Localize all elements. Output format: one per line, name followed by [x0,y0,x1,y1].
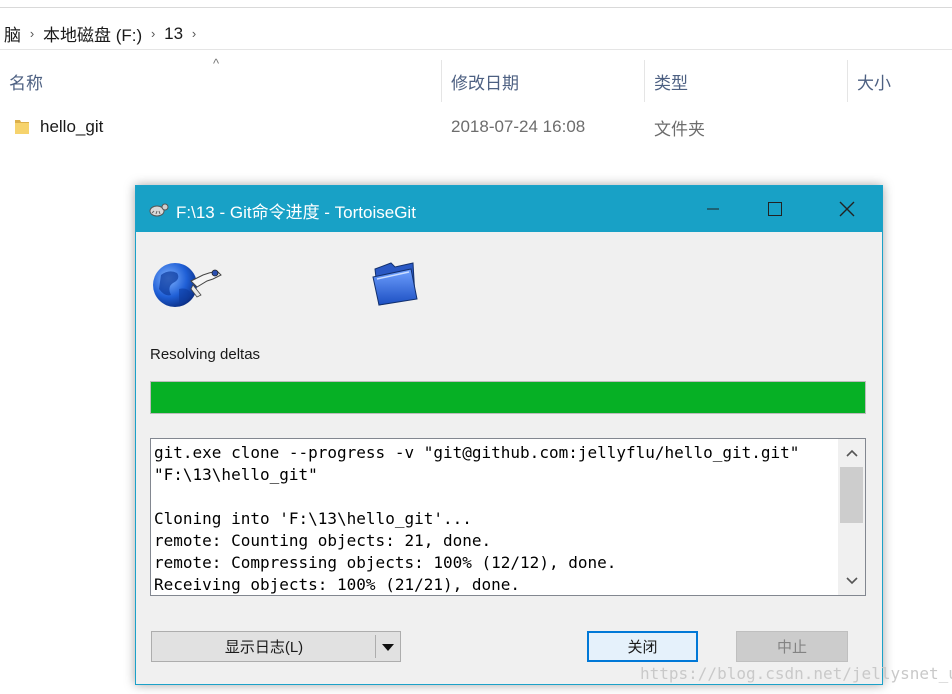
maximize-icon [768,202,782,216]
breadcrumb-item-folder[interactable]: 13 [160,24,187,44]
column-divider[interactable] [441,60,442,102]
minimize-icon [707,208,719,210]
breadcrumb[interactable]: 脑 › 本地磁盘 (F:) › 13 › [0,18,952,50]
dropdown-arrow-icon[interactable] [381,642,395,652]
status-text: Resolving deltas [150,346,261,363]
abort-button[interactable]: 中止 [736,631,848,662]
folder-icon [372,262,418,306]
explorer-toolbar-edge [0,0,952,8]
column-header-type[interactable]: 类型 [654,60,688,102]
close-window-button[interactable] [816,186,878,232]
column-header-modified[interactable]: 修改日期 [451,60,519,102]
chevron-right-icon[interactable]: › [146,26,160,41]
output-log[interactable]: git.exe clone --progress -v "git@github.… [150,438,866,596]
breadcrumb-item-computer[interactable]: 脑 [0,21,25,46]
folder-icon [15,120,29,134]
column-header-name[interactable]: 名称 [9,60,43,102]
chevron-down-icon [845,577,858,585]
watermark: https://blog.csdn.net/jellysnet_u [640,664,952,683]
progress-fill [151,382,865,413]
scroll-up-button[interactable] [838,443,865,463]
sort-ascending-icon: ^ [213,56,220,71]
show-log-label: 显示日志(L) [224,639,304,656]
scrollbar-thumb[interactable] [840,467,863,523]
show-log-button[interactable]: 显示日志(L) [151,631,401,662]
vertical-scrollbar[interactable] [838,439,865,595]
column-divider[interactable] [644,60,645,102]
chevron-right-icon[interactable]: › [187,26,201,41]
split-divider [375,635,376,658]
file-name[interactable]: hello_git [40,112,103,142]
column-divider[interactable] [847,60,848,102]
tortoisegit-icon [149,203,169,217]
breadcrumb-item-drive[interactable]: 本地磁盘 (F:) [39,21,146,46]
file-type: 文件夹 [654,119,705,139]
column-header-size[interactable]: 大小 [857,60,891,102]
git-progress-dialog: F:\13 - Git命令进度 - TortoiseGit Resolving … [135,185,883,685]
progress-bar [150,381,866,414]
maximize-button[interactable] [744,186,806,232]
chevron-right-icon[interactable]: › [25,26,39,41]
close-button[interactable]: 关闭 [587,631,698,662]
window-title: F:\13 - Git命令进度 - TortoiseGit [176,203,416,222]
title-bar[interactable]: F:\13 - Git命令进度 - TortoiseGit [136,186,882,232]
minimize-button[interactable] [682,186,744,232]
close-icon [839,201,855,217]
output-log-text: git.exe clone --progress -v "git@github.… [154,443,800,594]
chevron-up-icon [845,449,858,457]
scroll-down-button[interactable] [838,571,865,591]
globe-icon [153,263,222,307]
file-modified: 2018-07-24 16:08 [451,117,586,136]
